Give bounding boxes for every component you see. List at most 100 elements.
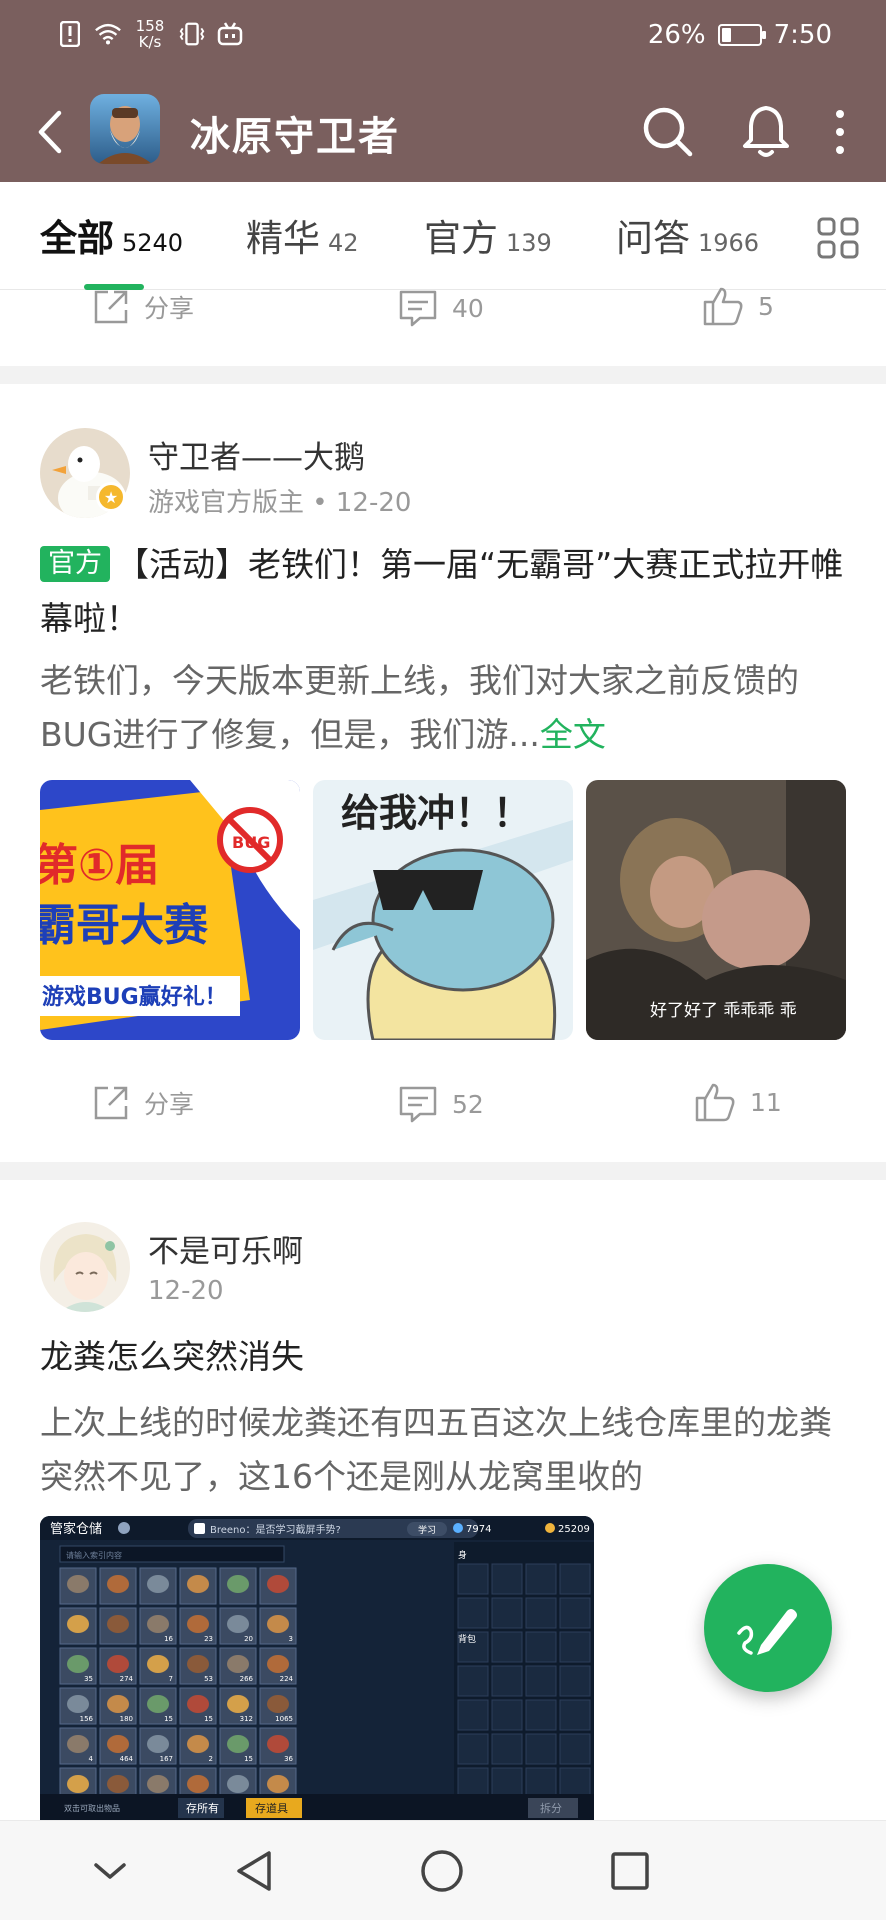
backpack-slot <box>491 1597 523 1629</box>
post-title[interactable]: 官方 【活动】老铁们！第一届“无霸哥”大赛正式拉开帷幕啦！ <box>40 538 850 646</box>
share-button[interactable]: 分享 <box>92 1084 194 1122</box>
prev-post-actions: 分享 40 5 <box>0 280 886 340</box>
post-image-game-storage[interactable]: 管家仓储 Breeno：是否学习截屏手势? 学习 7974 25209 请输入索… <box>40 1516 594 1820</box>
share-label: 分享 <box>144 1090 195 1119</box>
battery-icon <box>717 24 766 46</box>
storage-item <box>147 1775 169 1793</box>
like-button[interactable]: 5 <box>702 286 774 326</box>
storage-item <box>107 1615 129 1633</box>
post-date: 12-20 <box>335 488 412 518</box>
item-count: 2 <box>209 1755 213 1763</box>
wifi-icon <box>94 20 122 48</box>
comment-button[interactable]: 40 <box>398 288 484 328</box>
post-author[interactable]: 守卫者——大鹅 <box>148 432 365 477</box>
storage-item <box>267 1775 289 1793</box>
system-nav-bar <box>0 1820 886 1920</box>
edit-pen-icon <box>737 1609 797 1655</box>
post-image-squirtle-meme[interactable]: 给我冲！！ <box>313 780 573 1040</box>
excerpt-text: 老铁们，今天版本更新上线，我们对大家之前反馈的BUG进行了修复，但是，我们游..… <box>40 661 799 754</box>
post-date: 12-20 <box>148 1276 224 1306</box>
backpack-slot <box>559 1699 591 1731</box>
movie-caption: 好了好了 乖乖乖 乖 <box>650 1001 797 1021</box>
tab-official[interactable]: 官方 139 <box>424 208 552 262</box>
storage-item <box>67 1575 89 1593</box>
backpack-slot <box>525 1597 557 1629</box>
storage-item <box>267 1615 289 1633</box>
tab-count: 5240 <box>122 229 184 257</box>
grid-icon <box>817 217 859 259</box>
tab-featured[interactable]: 精华 42 <box>246 208 359 262</box>
backpack-slot <box>525 1733 557 1765</box>
storage-item <box>67 1655 89 1673</box>
share-button[interactable]: 分享 <box>92 288 194 326</box>
currency-1: 7974 <box>466 1524 491 1535</box>
post-excerpt[interactable]: 上次上线的时候龙粪还有四五百这次上线仓库里的龙粪突然不见了，这16个还是刚从龙窝… <box>40 1396 850 1504</box>
storage-item <box>187 1695 209 1713</box>
comment-icon <box>399 290 437 327</box>
storage-item <box>187 1575 209 1593</box>
item-count: 312 <box>240 1715 253 1723</box>
nav-home-button[interactable] <box>418 1847 466 1895</box>
storage-item <box>147 1735 169 1753</box>
backpack-slot <box>491 1631 523 1663</box>
like-button[interactable]: 11 <box>694 1082 782 1122</box>
tab-label: 问答 <box>616 217 690 260</box>
tab-count: 139 <box>506 229 552 257</box>
storage-search-field: 请输入索引内容 <box>66 1550 122 1560</box>
storage-item <box>107 1575 129 1593</box>
item-count: 274 <box>120 1675 134 1683</box>
split-button: 拆分 <box>540 1801 562 1815</box>
tab-label: 精华 <box>246 217 320 260</box>
new-post-button[interactable] <box>704 1564 832 1692</box>
store-item-button: 存道具 <box>255 1801 288 1815</box>
storage-item <box>147 1615 169 1633</box>
collapse-button[interactable] <box>86 1847 134 1895</box>
official-tag: 官方 <box>40 546 110 582</box>
share-icon <box>94 290 128 324</box>
category-grid-button[interactable] <box>816 216 860 260</box>
battery-fill <box>721 28 731 42</box>
post-image-movie-still[interactable]: 好了好了 乖乖乖 乖 <box>586 780 846 1040</box>
storage-item <box>267 1575 289 1593</box>
battery-percent: 26% <box>647 20 706 50</box>
nav-recents-button[interactable] <box>606 1847 654 1895</box>
backpack-slot <box>525 1767 557 1799</box>
storage-item <box>107 1735 129 1753</box>
feed-divider <box>0 366 886 384</box>
feed-divider <box>0 1162 886 1180</box>
backpack-slot <box>457 1597 489 1629</box>
breeno-banner: Breeno：是否学习截屏手势? <box>210 1523 341 1536</box>
backpack-slot <box>525 1631 557 1663</box>
backpack-slot <box>491 1767 523 1799</box>
search-button[interactable] <box>638 102 698 162</box>
category-tabs: 全部 5240 精华 42 官方 139 问答 1966 <box>0 182 886 290</box>
backpack-slot <box>457 1767 489 1799</box>
storage-item <box>227 1695 249 1713</box>
comment-count: 52 <box>452 1089 484 1119</box>
back-button[interactable] <box>22 104 78 160</box>
tab-all[interactable]: 全部 5240 <box>40 208 183 262</box>
comment-button[interactable]: 52 <box>398 1084 484 1124</box>
notification-button[interactable] <box>738 102 794 162</box>
nav-back-button[interactable] <box>230 1847 278 1895</box>
share-label: 分享 <box>144 294 195 323</box>
thumbs-up-icon <box>695 1083 735 1122</box>
backpack-slot <box>491 1699 523 1731</box>
post-author[interactable]: 不是可乐啊 <box>148 1226 303 1271</box>
post-excerpt[interactable]: 老铁们，今天版本更新上线，我们对大家之前反馈的BUG进行了修复，但是，我们游..… <box>40 654 850 762</box>
backpack-slot <box>559 1665 591 1697</box>
tab-qa[interactable]: 问答 1966 <box>616 208 759 262</box>
post-image-event-banner[interactable]: BUG 第①届 霸哥大赛 游戏BUG赢好礼！ <box>40 780 300 1040</box>
item-count: 224 <box>280 1675 294 1683</box>
moderator-badge-icon: ★ <box>96 482 126 512</box>
currency-2: 25209 <box>558 1524 590 1535</box>
search-icon <box>643 107 693 157</box>
bell-icon <box>743 106 789 157</box>
more-button[interactable] <box>820 102 860 162</box>
post-title[interactable]: 龙粪怎么突然消失 <box>40 1330 850 1384</box>
read-more-link[interactable]: 全文 <box>540 715 606 754</box>
game-icon[interactable] <box>90 94 160 164</box>
backpack-slot <box>525 1563 557 1595</box>
storage-item <box>227 1775 249 1793</box>
avatar[interactable] <box>40 1222 130 1312</box>
